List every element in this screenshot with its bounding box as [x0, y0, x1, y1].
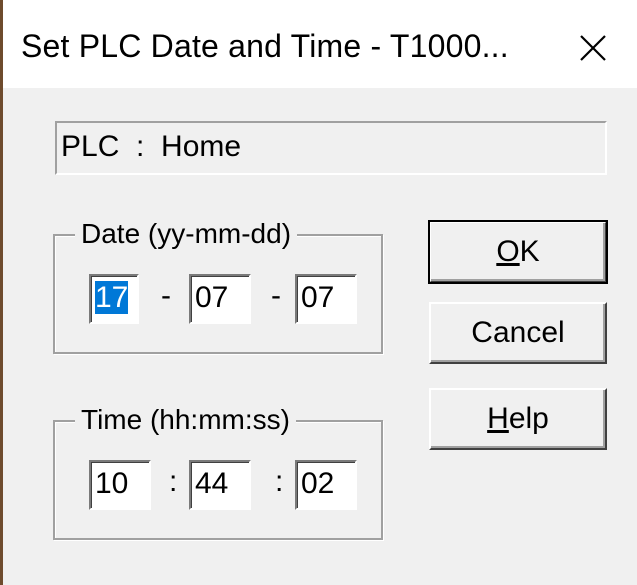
time-second-value: 02 — [301, 467, 335, 500]
time-minute-value: 44 — [195, 467, 229, 500]
time-separator-1: : — [169, 465, 178, 498]
help-button-label: Help — [487, 402, 549, 435]
cancel-button-label: Cancel — [471, 316, 565, 349]
window-title: Set PLC Date and Time - T1000... — [21, 28, 509, 64]
date-day-value: 07 — [301, 281, 335, 314]
ok-button[interactable]: OK — [428, 220, 608, 284]
time-minute-field[interactable]: 44 — [189, 460, 251, 510]
time-hour-field[interactable]: 10 — [89, 460, 151, 510]
time-groupbox: Time (hh:mm:ss) 10 : 44 : 02 — [53, 402, 383, 540]
time-second-field[interactable]: 02 — [295, 460, 357, 510]
cancel-button[interactable]: Cancel — [429, 302, 607, 364]
time-hour-value: 10 — [95, 467, 129, 500]
time-group-legend: Time (hh:mm:ss) — [75, 402, 296, 438]
date-separator-2: - — [271, 279, 281, 312]
plc-name-label: PLC : Home — [55, 121, 607, 175]
ok-button-label: OK — [496, 235, 540, 268]
help-button[interactable]: Help — [429, 388, 607, 450]
date-month-field[interactable]: 07 — [189, 274, 251, 324]
date-groupbox: Date (yy-mm-dd) 17 - 07 - 07 — [53, 216, 383, 354]
date-day-field[interactable]: 07 — [295, 274, 357, 324]
date-year-value: 17 — [95, 281, 129, 314]
dialog-client-area: PLC : Home Date (yy-mm-dd) 17 - 07 - 07 … — [3, 88, 637, 585]
date-month-value: 07 — [195, 281, 229, 314]
dialog-window: Set PLC Date and Time - T1000... PLC : H… — [0, 0, 637, 585]
close-icon — [580, 35, 606, 61]
date-group-legend: Date (yy-mm-dd) — [75, 216, 298, 252]
close-button[interactable] — [549, 15, 637, 81]
title-bar[interactable]: Set PLC Date and Time - T1000... — [3, 0, 637, 88]
date-separator-1: - — [161, 279, 171, 312]
time-separator-2: : — [275, 465, 284, 498]
date-year-field[interactable]: 17 — [89, 274, 139, 324]
